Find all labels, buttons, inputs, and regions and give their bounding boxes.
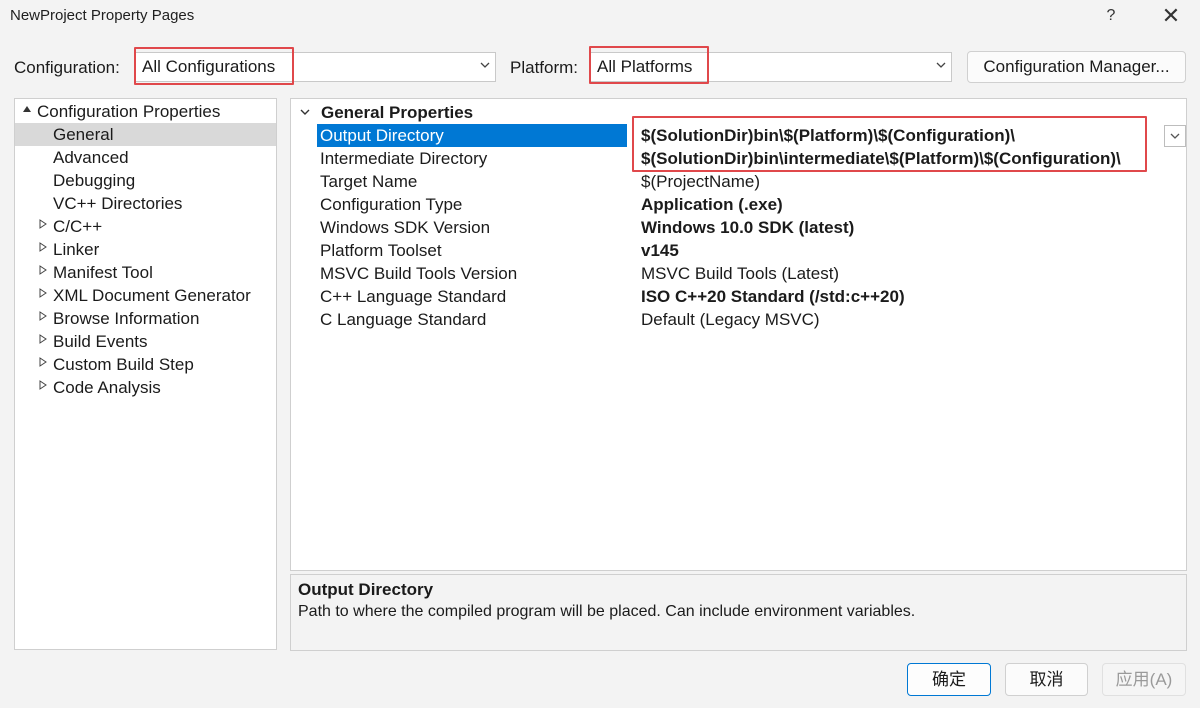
tree-item-label: VC++ Directories (53, 194, 183, 213)
chevron-down-icon (1170, 133, 1180, 139)
section-title: General Properties (321, 103, 474, 122)
property-value[interactable]: Default (Legacy MSVC) (641, 308, 820, 331)
collapsed-triangle-icon[interactable] (39, 330, 47, 353)
help-button[interactable]: ? (1100, 4, 1122, 28)
property-name: Platform Toolset (320, 241, 442, 260)
configuration-manager-button[interactable]: Configuration Manager... (967, 51, 1186, 83)
tree-item-label: Code Analysis (53, 378, 161, 397)
tree-item-label: Linker (53, 240, 100, 259)
property-row-target-name[interactable]: Target Name $(ProjectName) (291, 170, 1186, 193)
platform-label: Platform: (510, 58, 579, 77)
property-name: MSVC Build Tools Version (320, 264, 518, 283)
collapsed-triangle-icon[interactable] (39, 353, 47, 376)
collapsed-triangle-icon[interactable] (39, 284, 47, 307)
cancel-button[interactable]: 取消 (1005, 663, 1088, 696)
tree-item-label: C/C++ (53, 217, 103, 236)
value-dropdown-button[interactable] (1164, 125, 1186, 147)
property-name: C++ Language Standard (320, 287, 507, 306)
tree-item-label: Build Events (53, 332, 148, 351)
tree-item-label: General (53, 125, 114, 144)
property-row-cpp-language-standard[interactable]: C++ Language Standard ISO C++20 Standard… (291, 285, 1186, 308)
description-title: Output Directory (298, 580, 434, 599)
tree-item-debugging[interactable]: Debugging (15, 169, 276, 192)
tree-item-label: Browse Information (53, 309, 200, 328)
property-name: Target Name (320, 172, 418, 191)
property-value[interactable]: $(ProjectName) (641, 170, 760, 193)
tree-item-xml-document-generator[interactable]: XML Document Generator (15, 284, 276, 307)
collapsed-triangle-icon[interactable] (39, 307, 47, 330)
property-value[interactable]: MSVC Build Tools (Latest) (641, 262, 839, 285)
close-button[interactable]: ✕ (1156, 2, 1186, 30)
apply-button[interactable]: 应用(A) (1102, 663, 1186, 696)
tree-item-label: Manifest Tool (53, 263, 153, 282)
tree-item-linker[interactable]: Linker (15, 238, 276, 261)
window-title: NewProject Property Pages (10, 7, 195, 24)
tree-item-build-events[interactable]: Build Events (15, 330, 276, 353)
tree-item-code-analysis[interactable]: Code Analysis (15, 376, 276, 399)
platform-highlight-box (589, 46, 709, 84)
chevron-down-icon[interactable] (299, 101, 311, 124)
ok-button[interactable]: 确定 (907, 663, 991, 696)
collapsed-triangle-icon[interactable] (39, 261, 47, 284)
configuration-highlight-box (134, 47, 294, 85)
property-value[interactable]: Application (.exe) (641, 193, 783, 216)
property-row-platform-toolset[interactable]: Platform Toolset v145 (291, 239, 1186, 262)
tree-item-vc-directories[interactable]: VC++ Directories (15, 192, 276, 215)
property-tree[interactable]: Configuration Properties General Advance… (14, 98, 277, 650)
property-grid[interactable]: General Properties Output Directory $(So… (290, 98, 1187, 571)
description-pane: Output Directory Path to where the compi… (290, 574, 1187, 651)
tree-item-label: Advanced (53, 148, 129, 167)
property-name: Configuration Type (320, 195, 463, 214)
property-row-msvc-build-tools-version[interactable]: MSVC Build Tools Version MSVC Build Tool… (291, 262, 1186, 285)
property-row-configuration-type[interactable]: Configuration Type Application (.exe) (291, 193, 1186, 216)
tree-item-general[interactable]: General (15, 123, 276, 146)
collapsed-triangle-icon[interactable] (39, 215, 47, 238)
configuration-label: Configuration: (14, 58, 120, 77)
tree-item-custom-build-step[interactable]: Custom Build Step (15, 353, 276, 376)
property-row-windows-sdk-version[interactable]: Windows SDK Version Windows 10.0 SDK (la… (291, 216, 1186, 239)
expanded-triangle-icon[interactable] (22, 100, 32, 123)
property-name: Intermediate Directory (320, 149, 488, 168)
property-value[interactable]: ISO C++20 Standard (/std:c++20) (641, 285, 905, 308)
property-name: Output Directory (320, 126, 444, 145)
property-value[interactable]: Windows 10.0 SDK (latest) (641, 216, 854, 239)
property-name: C Language Standard (320, 310, 487, 329)
property-name: Windows SDK Version (320, 218, 491, 237)
tree-item-label: Configuration Properties (37, 102, 221, 121)
tree-item-configuration-properties[interactable]: Configuration Properties (15, 100, 276, 123)
tree-item-manifest-tool[interactable]: Manifest Tool (15, 261, 276, 284)
property-value[interactable]: v145 (641, 239, 679, 262)
directories-highlight-box (632, 116, 1147, 172)
tree-item-label: Debugging (53, 171, 136, 190)
collapsed-triangle-icon[interactable] (39, 238, 47, 261)
chevron-down-icon (935, 59, 947, 74)
tree-item-browse-information[interactable]: Browse Information (15, 307, 276, 330)
tree-item-advanced[interactable]: Advanced (15, 146, 276, 169)
description-text: Path to where the compiled program will … (298, 603, 916, 620)
tree-item-label: Custom Build Step (53, 355, 194, 374)
tree-item-label: XML Document Generator (53, 286, 251, 305)
collapsed-triangle-icon[interactable] (39, 376, 47, 399)
property-row-c-language-standard[interactable]: C Language Standard Default (Legacy MSVC… (291, 308, 1186, 331)
tree-item-c-cpp[interactable]: C/C++ (15, 215, 276, 238)
chevron-down-icon (479, 59, 491, 74)
